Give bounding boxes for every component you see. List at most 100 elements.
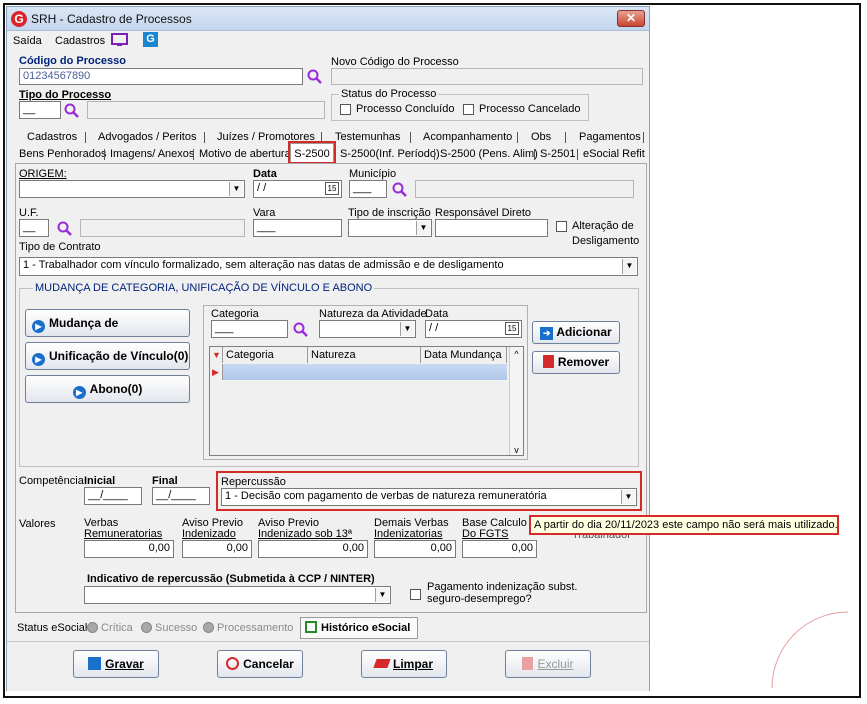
status-sucesso[interactable]: Sucesso — [141, 622, 197, 634]
monitor-icon[interactable] — [111, 33, 128, 47]
data-value: / / — [257, 182, 267, 194]
limpar-button[interactable]: Limpar — [361, 650, 447, 678]
natureza-select[interactable]: ▼ — [319, 320, 416, 338]
tab-separator — [577, 149, 578, 160]
categoria-label: Categoria — [211, 308, 259, 320]
search-uf-icon[interactable] — [57, 221, 73, 237]
tab-motivo[interactable]: Motivo de abertura — [199, 148, 291, 160]
scroll-up-icon[interactable]: ^ — [510, 347, 523, 361]
save-icon — [88, 657, 102, 670]
calendar-icon[interactable]: 15 — [505, 322, 519, 335]
app-logo-icon: G — [11, 11, 27, 27]
scroll-down-icon[interactable]: v — [510, 445, 523, 455]
pagamento-label-2: seguro-desemprego? — [427, 593, 532, 605]
historico-esocial-button[interactable]: Histórico eSocial — [300, 617, 418, 639]
tab-obs[interactable]: Obs — [531, 131, 551, 143]
origem-select[interactable]: ▼ — [19, 180, 245, 198]
critica-label: Crítica — [101, 622, 133, 634]
tipo-contrato-select[interactable]: 1 - Trabalhador com vínculo formalizado,… — [19, 257, 638, 276]
menu-saida[interactable]: Saída — [13, 35, 42, 47]
alteracao-label: Alteração de — [572, 220, 634, 232]
tab-s2501[interactable]: S-2501 — [540, 148, 575, 160]
base-input[interactable]: 0,00 — [462, 540, 537, 558]
search-codigo-icon[interactable] — [307, 69, 323, 85]
codigo-input[interactable]: 01234567890 — [19, 68, 303, 85]
tipo-input[interactable]: __ — [19, 101, 61, 119]
search-tipo-icon[interactable] — [64, 103, 80, 119]
novo-codigo-input — [331, 68, 643, 85]
search-categoria-icon[interactable] — [293, 322, 309, 338]
municipio-descricao — [415, 180, 634, 198]
grid-header-natureza[interactable]: Natureza — [308, 347, 421, 363]
desligamento-label: Desligamento — [572, 235, 640, 247]
inicial-input[interactable]: __/____ — [84, 487, 142, 505]
cancelar-button[interactable]: Cancelar — [217, 650, 303, 678]
tab-pagamentos[interactable]: Pagamentos — [579, 131, 641, 143]
tab-separator — [85, 132, 86, 143]
mudanca-categoria-button[interactable]: ▶Mudança de Categoria(0) — [25, 309, 190, 356]
table-row[interactable] — [223, 364, 507, 380]
competencia-label: Competência — [19, 475, 84, 487]
search-municipio-icon[interactable] — [392, 182, 408, 198]
final-input[interactable]: __/____ — [152, 487, 210, 505]
codigo-label: Código do Processo — [19, 55, 126, 67]
demais-input[interactable]: 0,00 — [374, 540, 456, 558]
grid-header-data[interactable]: Data Mundança — [421, 347, 507, 363]
adicionar-button[interactable]: ➔ Adicionar — [532, 321, 620, 344]
tab-testemunhas[interactable]: Testemunhas — [335, 131, 400, 143]
alteracao-checkbox[interactable] — [556, 221, 567, 232]
unificacao-vinculo-button[interactable]: ▶ Unificação de Vínculo(0) — [25, 342, 190, 370]
abono-button[interactable]: ▶ Abono(0) — [25, 375, 190, 403]
tab-cadastros[interactable]: Cadastros — [27, 131, 77, 143]
cancelado-label: Processo Cancelado — [479, 103, 581, 115]
gravar-button[interactable]: Gravar — [73, 650, 159, 678]
uf-descricao — [80, 219, 245, 237]
concluido-checkbox[interactable] — [340, 104, 351, 115]
indicativo-select[interactable]: ▼ — [84, 586, 391, 604]
responsavel-input[interactable] — [435, 219, 548, 237]
categoria-input[interactable]: ___ — [211, 320, 288, 338]
dropdown-arrow-icon: ▼ — [375, 588, 389, 602]
tab-separator — [193, 149, 194, 160]
decorative-arc — [771, 611, 849, 689]
status-processamento[interactable]: Processamento — [203, 622, 293, 634]
s2500-highlight — [288, 141, 336, 164]
mudanca-legend: MUDANÇA DE CATEGORIA, UNIFICAÇÃO DE VÍNC… — [33, 282, 375, 294]
tipo-inscricao-select[interactable]: ▼ — [348, 219, 432, 237]
municipio-input[interactable]: ___ — [349, 180, 387, 198]
grid-header-categoria[interactable]: Categoria — [223, 347, 308, 363]
tab-advogados[interactable]: Advogados / Peritos — [98, 131, 196, 143]
data-input[interactable]: / / 15 — [253, 180, 342, 198]
novo-codigo-label: Novo Código do Processo — [331, 56, 459, 68]
trash-icon — [522, 657, 534, 670]
status-critica[interactable]: Crítica — [87, 622, 133, 634]
aviso-input[interactable]: 0,00 — [182, 540, 252, 558]
tab-separator — [517, 132, 518, 143]
calendar-icon[interactable]: 15 — [325, 182, 339, 195]
tab-acompanhamento[interactable]: Acompanhamento — [423, 131, 512, 143]
tab-imagens[interactable]: Imagens/ Anexos — [110, 148, 194, 160]
tab-s2500-periodo[interactable]: S-2500(Inf. Período) — [340, 148, 440, 160]
aviso13-input[interactable]: 0,00 — [258, 540, 368, 558]
tab-s2500-pens[interactable]: S-2500 (Pens. Alim) — [440, 148, 538, 160]
uf-input[interactable]: __ — [19, 219, 49, 237]
esocial-g-icon[interactable]: G — [143, 32, 158, 47]
tab-bens-penhorados[interactable]: Bens Penhorados — [19, 148, 106, 160]
main-window: G SRH - Cadastro de Processos ✕ Saída Ca… — [6, 6, 650, 691]
close-button[interactable]: ✕ — [617, 10, 645, 27]
tab-separator — [410, 132, 411, 143]
remover-button[interactable]: Remover — [532, 351, 620, 374]
vara-input[interactable]: ___ — [253, 219, 342, 237]
tab-esocial-refit[interactable]: eSocial Refit — [583, 148, 645, 160]
pagamento-checkbox[interactable] — [410, 589, 421, 600]
data-mudanca-input[interactable]: / / 15 — [425, 320, 522, 338]
historico-label: Histórico eSocial — [321, 622, 411, 634]
menu-cadastros[interactable]: Cadastros — [55, 35, 105, 47]
aviso13-label-2: Indenizado sob 13ª — [258, 528, 352, 540]
unificacao-vinculo-label: Unificação de Vínculo(0) — [49, 349, 189, 363]
verbas-input[interactable]: 0,00 — [84, 540, 174, 558]
cancelado-checkbox[interactable] — [463, 104, 474, 115]
grid-scrollbar[interactable]: ^ v — [509, 347, 523, 455]
row-indicator-icon: ▶ — [210, 364, 223, 380]
dropdown-arrow-icon: ▼ — [400, 322, 414, 336]
